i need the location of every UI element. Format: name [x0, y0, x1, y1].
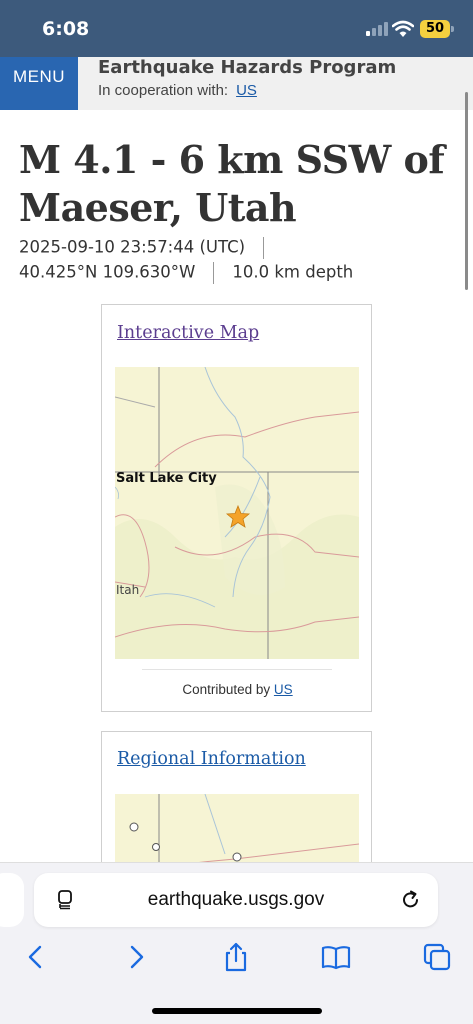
map-state-label: Itah — [116, 583, 140, 597]
menu-button[interactable]: MENU — [0, 57, 78, 110]
cooperation-line: In cooperation with: US — [98, 82, 257, 99]
bookmarks-icon[interactable] — [320, 941, 352, 973]
program-title[interactable]: Earthquake Hazards Program — [98, 57, 396, 78]
share-icon[interactable] — [220, 941, 252, 973]
card-divider — [142, 669, 332, 670]
battery-tip — [451, 26, 454, 32]
cooperation-text: In cooperation with: — [98, 82, 229, 99]
meta-separator — [213, 262, 215, 284]
page-scrollbar[interactable] — [465, 92, 468, 290]
page-title: M 4.1 - 6 km SSW of Maeser, Utah — [19, 136, 459, 232]
status-bar: 6:08 50 — [0, 0, 473, 57]
event-datetime-row: 2025-09-10 23:57:44 (UTC) — [19, 237, 282, 259]
wifi-icon — [392, 20, 414, 37]
map-image — [115, 367, 359, 659]
browser-toolbar: earthquake.usgs.gov — [0, 862, 473, 1024]
status-time: 6:08 — [42, 18, 90, 40]
contributed-text: Contributed by — [182, 682, 271, 697]
event-depth: 10.0 km depth — [232, 262, 354, 282]
meta-separator — [263, 237, 265, 259]
battery-icon: 50 — [420, 20, 450, 38]
forward-icon[interactable] — [121, 941, 153, 973]
cellular-signal-icon — [366, 22, 388, 36]
event-datetime: 2025-09-10 23:57:44 (UTC) — [19, 237, 246, 257]
cooperation-link[interactable]: US — [236, 82, 257, 99]
interactive-map[interactable]: Salt Lake City Itah — [115, 367, 359, 659]
previous-tab-peek[interactable] — [0, 873, 24, 927]
site-header: MENU Earthquake Hazards Program In coope… — [0, 57, 473, 110]
map-contributed-by: Contributed by US — [102, 682, 373, 697]
reload-icon[interactable] — [400, 889, 422, 911]
home-indicator[interactable] — [152, 1008, 322, 1014]
tabs-icon[interactable] — [421, 941, 453, 973]
back-icon[interactable] — [19, 941, 51, 973]
regional-info-link[interactable]: Regional Information — [117, 749, 306, 769]
interactive-map-link[interactable]: Interactive Map — [117, 323, 259, 343]
address-bar[interactable]: earthquake.usgs.gov — [34, 873, 438, 927]
title-line-1: M 4.1 - 6 km SSW of — [19, 137, 445, 182]
map-city-label: Salt Lake City — [116, 471, 217, 486]
interactive-map-card: Interactive Map Salt Lake City Itah Cont… — [101, 304, 372, 712]
event-location-row: 40.425°N 109.630°W 10.0 km depth — [19, 262, 353, 284]
url-text[interactable]: earthquake.usgs.gov — [34, 889, 438, 911]
event-coordinates: 40.425°N 109.630°W — [19, 262, 196, 282]
title-line-2: Maeser, Utah — [19, 185, 297, 230]
contributed-link[interactable]: US — [274, 682, 293, 697]
